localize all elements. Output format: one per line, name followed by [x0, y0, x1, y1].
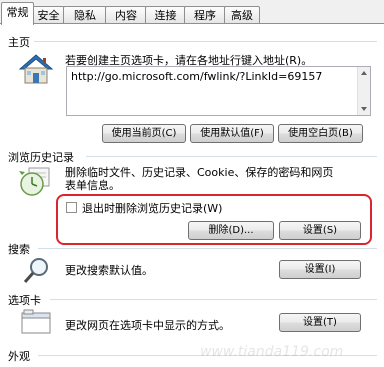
home-page-url: http://go.microsoft.com/fwlink/?LinkId=6… — [71, 70, 323, 83]
tab-content[interactable]: 内容 — [105, 6, 147, 24]
tab-advanced[interactable]: 高级 — [224, 6, 260, 24]
house-icon — [18, 53, 54, 85]
tabs-section-separator — [50, 299, 377, 300]
home-page-separator — [34, 41, 377, 42]
search-title: 搜索 — [8, 243, 30, 256]
browsing-history-description-line2: 表单信息。 — [65, 179, 120, 192]
scroll-down-arrow-icon[interactable] — [361, 107, 367, 111]
tabs-section-title: 选项卡 — [8, 294, 41, 307]
scroll-up-arrow-icon[interactable] — [361, 71, 367, 75]
tabs-window-icon — [20, 309, 52, 335]
use-default-button[interactable]: 使用默认值(F) — [190, 124, 274, 143]
watermark: www.tianda119.com — [200, 344, 344, 360]
browsing-history-title: 浏览历史记录 — [8, 151, 74, 164]
search-description: 更改搜索默认值。 — [65, 264, 153, 277]
home-page-url-box[interactable]: http://go.microsoft.com/fwlink/?LinkId=6… — [66, 66, 371, 116]
delete-on-exit-checkbox[interactable] — [66, 202, 77, 213]
tab-bar: 常规 安全 隐私 内容 连接 程序 高级 — [0, 0, 384, 25]
magnifier-icon — [22, 256, 52, 286]
search-separator — [38, 248, 377, 249]
tab-security[interactable]: 安全 — [32, 6, 65, 24]
tab-privacy[interactable]: 隐私 — [63, 6, 107, 24]
tab-programs[interactable]: 程序 — [184, 6, 226, 24]
tab-general[interactable]: 常规 — [1, 2, 34, 25]
history-clock-icon — [18, 166, 52, 198]
delete-history-button[interactable]: 删除(D)... — [188, 221, 274, 240]
delete-on-exit-label[interactable]: 退出时删除浏览历史记录(W) — [82, 200, 222, 216]
tabs-section-description: 更改网页在选项卡中显示的方式。 — [65, 319, 230, 332]
history-settings-button[interactable]: 设置(S) — [279, 221, 361, 240]
home-page-title: 主页 — [8, 36, 30, 49]
browsing-history-description-line1: 删除临时文件、历史记录、Cookie、保存的密码和网页 — [65, 166, 334, 179]
use-blank-button[interactable]: 使用空白页(B) — [278, 124, 363, 143]
browsing-history-description: 删除临时文件、历史记录、Cookie、保存的密码和网页 表单信息。 — [65, 166, 375, 192]
browsing-history-separator — [86, 156, 377, 157]
appearance-title: 外观 — [8, 350, 30, 363]
use-current-button[interactable]: 使用当前页(C) — [102, 124, 186, 143]
tabs-settings-button[interactable]: 设置(T) — [279, 313, 361, 332]
search-settings-button[interactable]: 设置(I) — [279, 260, 361, 279]
tab-connections[interactable]: 连接 — [145, 6, 186, 24]
url-box-scrollbar[interactable] — [357, 67, 370, 115]
